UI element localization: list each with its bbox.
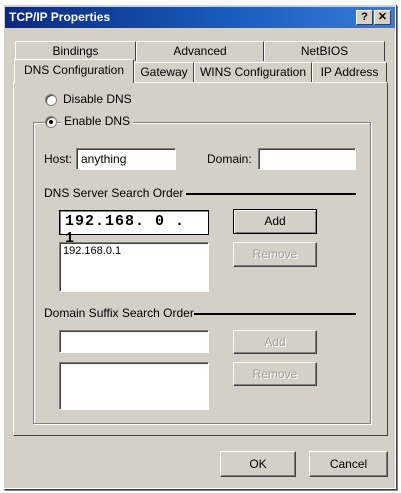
tab-label: Advanced	[173, 44, 227, 58]
tab-label: Gateway	[140, 65, 188, 79]
host-input[interactable]: anything	[76, 148, 176, 170]
window-title: TCP/IP Properties	[9, 10, 111, 24]
enable-dns-radio[interactable]	[45, 116, 57, 128]
tab-advanced[interactable]: Advanced	[136, 41, 264, 61]
tab-label: NetBIOS	[300, 44, 349, 58]
remove-button-label: Remove	[252, 367, 298, 381]
ok-button[interactable]: OK	[220, 451, 296, 477]
domain-suffix-list[interactable]	[59, 362, 209, 410]
help-icon: ?	[361, 11, 368, 23]
add-button-label: Add	[264, 214, 286, 228]
close-icon: ✕	[377, 11, 388, 23]
radio-selected-dot	[49, 120, 53, 124]
tab-wins-configuration[interactable]: WINS Configuration	[194, 62, 312, 82]
help-button[interactable]: ?	[356, 10, 373, 25]
dns-server-order-label: DNS Server Search Order	[44, 186, 184, 200]
tab-bindings[interactable]: Bindings	[15, 41, 136, 61]
tab-label: DNS Configuration	[23, 63, 125, 77]
remove-dns-server-button[interactable]: Remove	[233, 242, 317, 267]
tab-label: Bindings	[52, 44, 99, 58]
domain-label: Domain:	[207, 152, 252, 166]
tab-label: WINS Configuration	[199, 65, 307, 79]
add-dns-server-button[interactable]: Add	[233, 209, 317, 234]
list-item[interactable]: 192.168.0.1	[63, 245, 205, 257]
dns-server-ip-input[interactable]: 192.168. 0 . 1	[59, 210, 209, 247]
tab-label: IP Address	[320, 65, 379, 79]
ok-button-label: OK	[249, 457, 267, 471]
domain-suffix-input[interactable]	[59, 330, 209, 353]
tab-ip-address[interactable]: IP Address	[312, 62, 387, 82]
enable-dns-label: Enable DNS	[61, 114, 134, 128]
tab-gateway[interactable]: Gateway	[134, 62, 194, 82]
add-button-label: Add	[264, 335, 286, 349]
tab-dns-configuration[interactable]: DNS Configuration	[14, 59, 134, 83]
title-bar: TCP/IP Properties	[5, 7, 395, 28]
tab-netbios[interactable]: NetBIOS	[264, 41, 385, 61]
dns-server-list[interactable]: 192.168.0.1	[59, 242, 209, 292]
remove-suffix-button[interactable]: Remove	[233, 362, 317, 386]
close-button[interactable]: ✕	[374, 10, 391, 25]
cancel-button-label: Cancel	[329, 457, 368, 471]
host-label: Host:	[44, 152, 73, 166]
disable-dns-label: Disable DNS	[63, 92, 132, 106]
remove-button-label: Remove	[252, 247, 298, 261]
cancel-button[interactable]: Cancel	[309, 451, 388, 477]
domain-input[interactable]	[258, 148, 356, 170]
domain-suffix-order-label: Domain Suffix Search Order	[44, 306, 194, 320]
add-suffix-button[interactable]: Add	[233, 330, 317, 354]
